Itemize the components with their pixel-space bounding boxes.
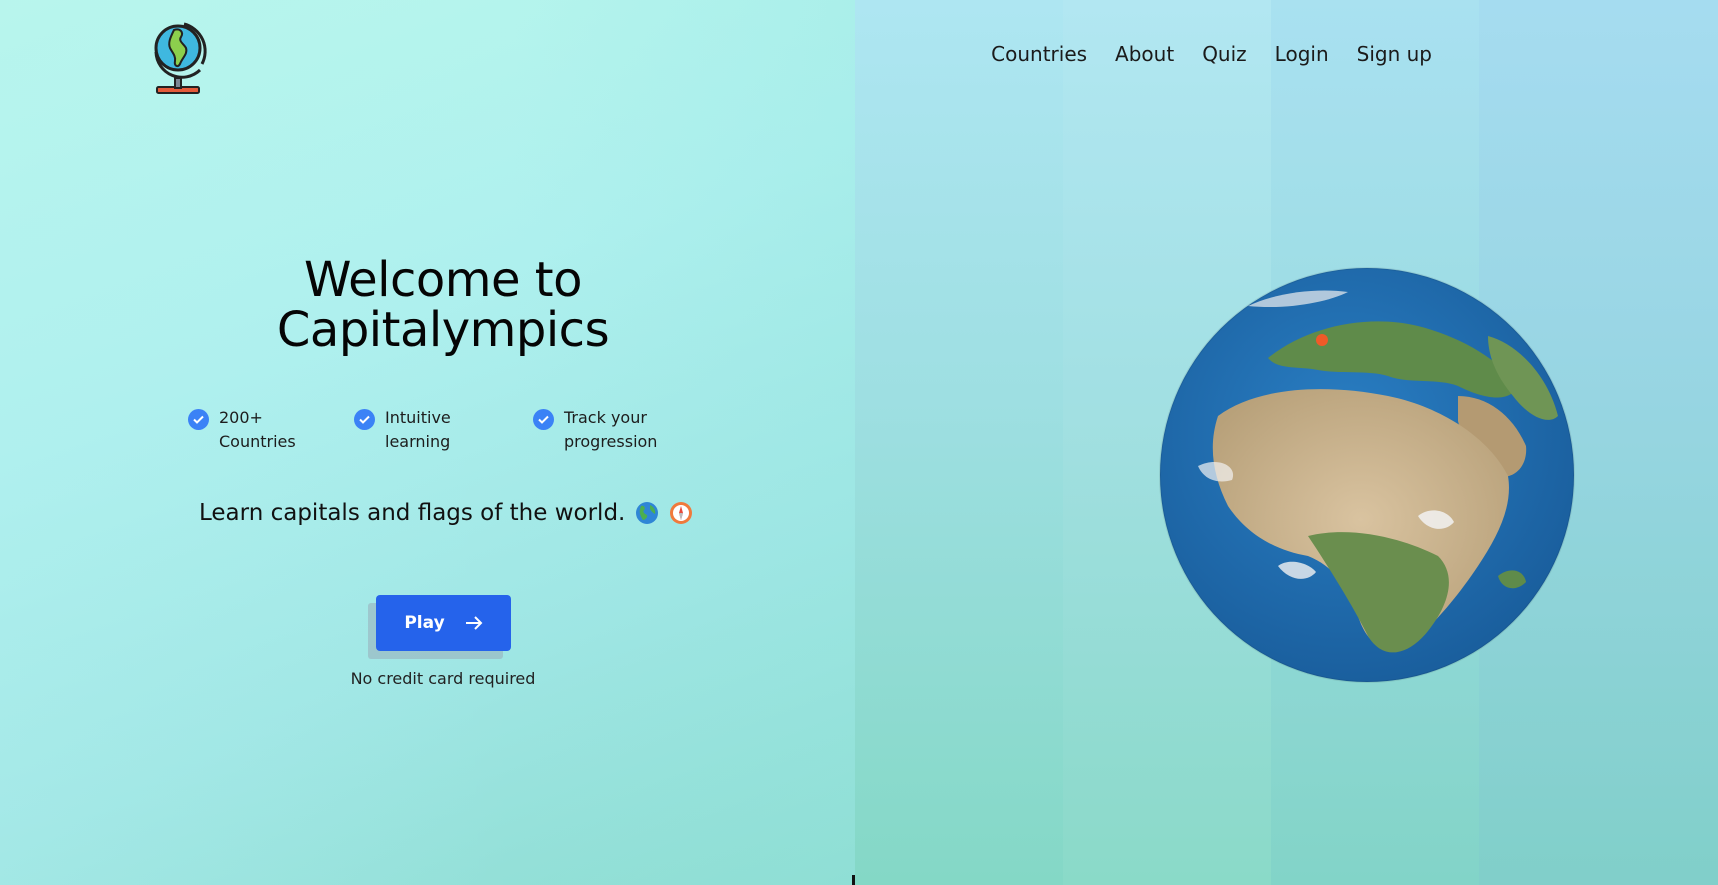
title-line-2: Capitalympics [276,302,610,358]
check-circle-icon [533,409,554,430]
play-button[interactable]: Play [376,595,511,651]
title-line-1: Welcome to [303,252,583,308]
feature-label: 200+ Countries [219,408,296,451]
feature-label: Track your progression [564,408,658,451]
check-circle-icon [188,409,209,430]
check-circle-icon [354,409,375,430]
nav-signup[interactable]: Sign up [1357,42,1432,66]
tagline: Learn capitals and flags of the world. [199,500,693,526]
tagline-text: Learn capitals and flags of the world. [199,500,626,526]
feature-item: 200+ Countries [188,406,319,454]
feature-list: 200+ Countries Intuitive learning Track … [188,406,708,456]
feature-label: Intuitive learning [385,408,451,451]
earth-globe-image [1158,266,1576,684]
feature-item: Track your progression [533,406,664,454]
page-title: Welcome to Capitalympics [150,255,736,355]
play-button-label: Play [404,613,445,633]
arrow-right-icon [465,615,483,631]
main-nav: Countries About Quiz Login Sign up [991,42,1432,66]
compass-icon [669,501,693,525]
nav-quiz[interactable]: Quiz [1202,42,1246,66]
feature-item: Intuitive learning [354,406,485,454]
nav-about[interactable]: About [1115,42,1174,66]
no-credit-card-note: No credit card required [350,669,536,688]
hero-heading: Welcome to Capitalympics [150,255,736,355]
earth-globe-icon [635,501,659,525]
logo-globe-icon[interactable] [148,18,210,96]
location-dot-icon [1316,334,1328,346]
text-cursor [852,875,855,885]
play-button-wrapper: Play [368,595,511,659]
nav-login[interactable]: Login [1275,42,1329,66]
nav-countries[interactable]: Countries [991,42,1087,66]
